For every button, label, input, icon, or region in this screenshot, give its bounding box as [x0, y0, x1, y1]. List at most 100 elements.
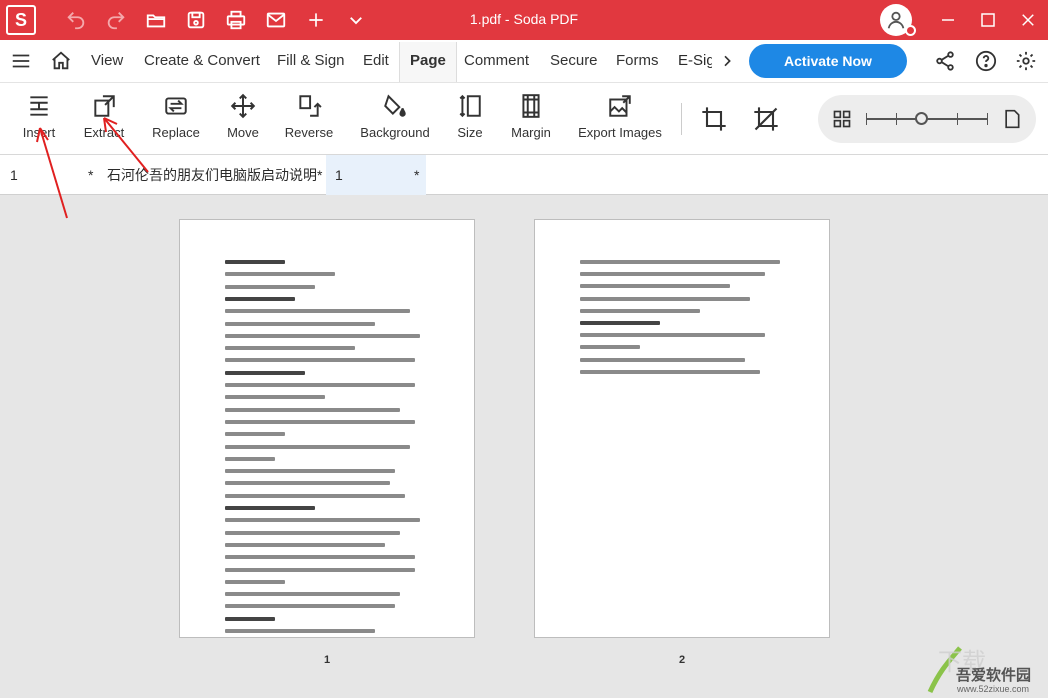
page-text-line	[225, 629, 375, 633]
move-label: Move	[227, 125, 259, 140]
menu-secure[interactable]: Secure	[550, 52, 598, 69]
size-tool[interactable]: Size	[452, 91, 488, 140]
toolbar-separator	[681, 103, 682, 135]
page-heading-line	[225, 616, 275, 621]
page-text-line	[225, 321, 375, 326]
page-thumbnail-2[interactable]	[534, 219, 830, 638]
page-text-line	[225, 284, 315, 289]
menu-page[interactable]: Page	[399, 42, 457, 82]
reverse-label: Reverse	[284, 125, 334, 140]
move-tool[interactable]: Move	[222, 91, 264, 140]
page-number-2: 2	[679, 654, 686, 666]
replace-tool[interactable]: Replace	[148, 91, 204, 140]
title-bar: S 1.pdf - Soda PDF	[0, 0, 1048, 40]
maximize-icon[interactable]	[974, 6, 1002, 34]
page-heading-line	[225, 260, 285, 264]
help-icon[interactable]	[975, 50, 997, 77]
page-text-line	[225, 530, 400, 535]
zoom-slider-thumb[interactable]	[914, 112, 928, 125]
tab-title: 1	[10, 167, 18, 183]
page-text-line	[225, 567, 415, 572]
insert-tool[interactable]: Insert	[18, 91, 60, 140]
page-text-line	[225, 358, 415, 363]
hamburger-menu-icon[interactable]	[10, 50, 32, 77]
size-label: Size	[457, 125, 483, 140]
menu-fill-sign[interactable]: Fill & Sign	[277, 52, 345, 69]
page-text-line	[225, 604, 395, 609]
page-text-line	[225, 456, 275, 461]
page-text-line	[580, 260, 780, 264]
document-tab[interactable]: 1 *	[0, 155, 100, 195]
extract-tool[interactable]: Extract	[80, 91, 128, 140]
document-tab-active[interactable]: 1 *	[326, 155, 426, 195]
zoom-tick	[957, 113, 958, 125]
page-text-line	[225, 444, 410, 449]
menu-edit[interactable]: Edit	[363, 52, 389, 69]
watermark-text: 吾爱软件园	[956, 667, 1032, 684]
background-tool[interactable]: Background	[357, 91, 433, 140]
menu-e-sign[interactable]: E-Sign	[678, 52, 712, 69]
home-icon[interactable]	[50, 50, 72, 77]
page-text-line	[225, 481, 390, 486]
move-icon	[222, 91, 264, 121]
page-text-line	[225, 542, 385, 547]
activate-now-button[interactable]: Activate Now	[749, 44, 907, 78]
grid-view-icon[interactable]	[832, 109, 852, 134]
page-text-line	[225, 333, 420, 338]
menu-scroll-right-icon[interactable]	[719, 52, 735, 75]
menu-comment[interactable]: Comment	[464, 52, 529, 69]
page-text-line	[580, 333, 765, 338]
crop-icon[interactable]	[700, 105, 728, 138]
reverse-tool[interactable]: Reverse	[282, 91, 336, 140]
menu-view[interactable]: View	[91, 52, 123, 69]
insert-label: Insert	[22, 125, 56, 140]
zoom-control	[818, 95, 1036, 143]
settings-icon[interactable]	[1015, 50, 1037, 77]
page-text-line	[580, 357, 745, 362]
crop-remove-icon[interactable]	[752, 105, 780, 138]
export-images-tool[interactable]: Export Images	[576, 91, 664, 140]
extract-icon	[80, 91, 128, 121]
page-text-line	[225, 407, 400, 412]
page-text-line	[580, 284, 730, 289]
replace-label: Replace	[152, 125, 200, 140]
page-text-line	[225, 309, 410, 314]
document-tab[interactable]: 石河伦吾的朋友们电脑版启动说明*	[100, 155, 326, 195]
background-label: Background	[360, 125, 430, 140]
tab-title: 石河伦吾的朋友们电脑版启动说明*	[107, 167, 323, 183]
reverse-icon	[282, 91, 336, 121]
page-text-line	[225, 419, 415, 424]
margin-icon	[508, 91, 554, 121]
menu-create-convert[interactable]: Create & Convert	[144, 52, 260, 69]
zoom-tick	[987, 113, 988, 125]
page-heading-line	[225, 506, 315, 510]
page-heading-line	[580, 321, 660, 325]
replace-icon	[148, 91, 204, 121]
page-text-line	[580, 296, 750, 301]
zoom-tick	[866, 113, 867, 125]
page-text-line	[580, 308, 700, 313]
page-text-line	[225, 555, 415, 560]
page-thumbnail-1[interactable]	[179, 219, 475, 638]
minimize-icon[interactable]	[934, 6, 962, 34]
tab-modified-marker: *	[414, 167, 420, 183]
margin-tool[interactable]: Margin	[508, 91, 554, 140]
document-tabs: 1 * 石河伦吾的朋友们电脑版启动说明* 1 *	[0, 155, 1048, 195]
document-view[interactable]: 1 2	[0, 196, 1048, 698]
paint-bucket-icon	[357, 91, 433, 121]
page-text-line	[225, 493, 405, 498]
page-text-line	[225, 395, 325, 400]
share-icon[interactable]	[934, 50, 956, 77]
resize-icon	[452, 91, 488, 121]
page-heading-line	[225, 296, 295, 301]
single-page-icon[interactable]	[1002, 108, 1022, 135]
page-text-line	[225, 592, 400, 597]
export-image-icon	[576, 91, 664, 121]
page-text-line	[225, 432, 285, 437]
close-icon[interactable]	[1014, 6, 1042, 34]
page-text-line	[225, 272, 335, 277]
page-text-line	[225, 346, 355, 351]
tab-title: 1	[335, 167, 343, 183]
tab-modified-marker: *	[88, 167, 94, 183]
menu-forms[interactable]: Forms	[616, 52, 659, 69]
